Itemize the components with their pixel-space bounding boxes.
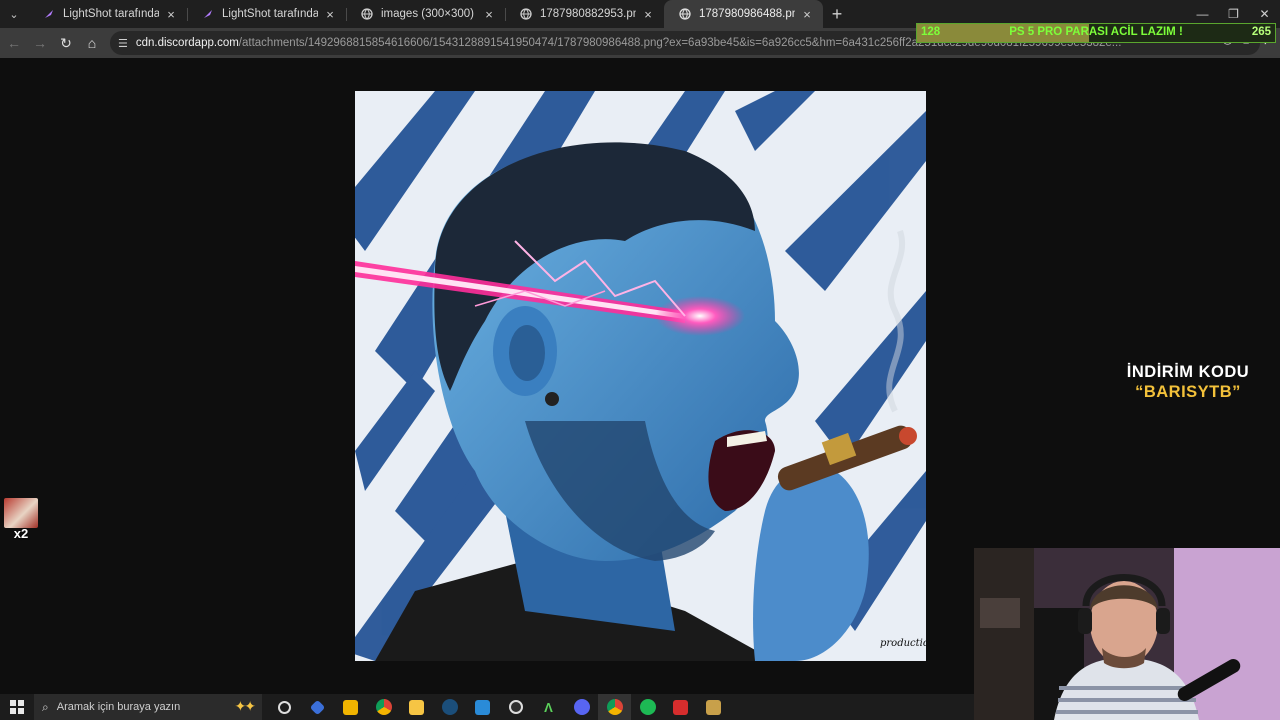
store-icon[interactable] — [334, 694, 367, 720]
donation-goal-banner: 128 PS 5 PRO PARASI ACİL LAZIM ! 265 — [916, 23, 1276, 43]
webcam-feed — [974, 548, 1280, 720]
windows-taskbar: ⌕ Aramak için buraya yazın ✦✦ Λ — [0, 694, 974, 720]
taskbar-apps: Λ — [268, 694, 730, 720]
alert-widget: x2 — [4, 498, 38, 542]
app-icon[interactable] — [697, 694, 730, 720]
tab-png-1[interactable]: 1787980882953.png (1024×10 × — [505, 0, 664, 28]
globe-icon — [360, 7, 374, 21]
tab-title: 1787980882953.png (1024×10 — [540, 8, 636, 20]
steam-icon[interactable] — [433, 694, 466, 720]
discord-icon[interactable] — [565, 694, 598, 720]
tab-close-icon[interactable]: × — [481, 7, 497, 22]
goal-message: PS 5 PRO PARASI ACİL LAZIM ! — [1009, 26, 1183, 38]
folder-icon[interactable] — [400, 694, 433, 720]
feather-icon — [201, 7, 215, 21]
discount-code-label: İNDİRİM KODU — [1126, 363, 1250, 381]
sparkle-icon: ✦✦ — [234, 698, 257, 714]
taskbar-search-placeholder: Aramak için buraya yazın — [56, 701, 181, 713]
discount-code-overlay: İNDİRİM KODU “BARISYTB” — [1100, 362, 1276, 402]
app-icon[interactable]: Λ — [532, 694, 565, 720]
back-icon[interactable]: ← — [2, 31, 26, 55]
taskbar-search-box[interactable]: ⌕ Aramak için buraya yazın ✦✦ — [34, 694, 262, 720]
tab-lightshot-1[interactable]: LightShot tarafından Ekran Gör × — [28, 0, 187, 28]
app-icon[interactable] — [466, 694, 499, 720]
windows-start-icon[interactable] — [0, 694, 34, 720]
tab-search-chevron-icon[interactable]: ⌄ — [0, 0, 28, 28]
chrome-icon[interactable] — [598, 694, 631, 720]
displayed-image: production studio — [355, 91, 926, 661]
tab-title: LightShot tarafından Ekran Gör — [222, 8, 318, 20]
address-host: cdn.discordapp.com — [135, 37, 239, 49]
chrome-icon[interactable] — [367, 694, 400, 720]
tab-title: 1787980986488.png (1024×10 — [699, 8, 795, 20]
tab-close-icon[interactable]: × — [799, 7, 815, 22]
app-icon[interactable] — [301, 694, 334, 720]
task-view-icon[interactable] — [268, 694, 301, 720]
obs-icon[interactable] — [499, 694, 532, 720]
forward-icon[interactable]: → — [28, 31, 52, 55]
goal-target-value: 265 — [1251, 26, 1271, 38]
tab-title: images (300×300) — [381, 8, 475, 20]
discount-code-value: “BARISYTB” — [1135, 383, 1241, 401]
globe-icon — [519, 7, 533, 21]
feather-icon — [42, 7, 56, 21]
tab-close-icon[interactable]: × — [322, 7, 338, 22]
globe-icon — [678, 7, 692, 21]
tab-lightshot-2[interactable]: LightShot tarafından Ekran Gör × — [187, 0, 346, 28]
reload-icon[interactable]: ↻ — [54, 31, 78, 55]
site-info-icon[interactable]: ☰ — [118, 37, 128, 50]
home-icon[interactable]: ⌂ — [80, 31, 104, 55]
alert-thumbnail — [4, 498, 38, 528]
spotify-icon[interactable] — [631, 694, 664, 720]
image-signature: production studio — [880, 638, 926, 649]
new-tab-button[interactable]: + — [823, 0, 851, 28]
app-icon[interactable] — [664, 694, 697, 720]
tab-close-icon[interactable]: × — [640, 7, 656, 22]
tab-title: LightShot tarafından Ekran Gör — [63, 8, 159, 20]
search-icon: ⌕ — [42, 699, 49, 714]
tab-close-icon[interactable]: × — [163, 7, 179, 22]
tab-images[interactable]: images (300×300) × — [346, 0, 505, 28]
tab-png-active[interactable]: 1787980986488.png (1024×10 × — [664, 0, 823, 28]
alert-multiplier: x2 — [13, 526, 29, 541]
